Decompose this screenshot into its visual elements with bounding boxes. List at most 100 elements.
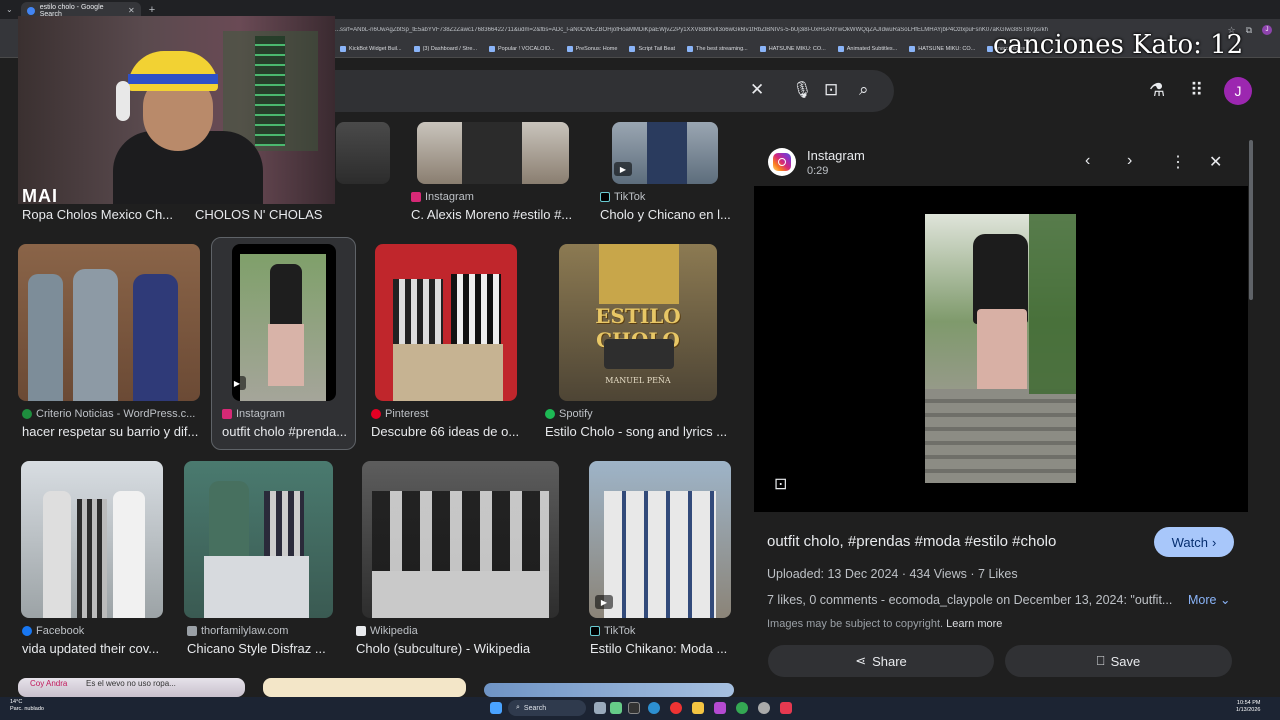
- result-title[interactable]: Ropa Cholos Mexico Ch...: [22, 207, 182, 222]
- taskbar-search[interactable]: ⌕ Search: [508, 700, 586, 716]
- terminal-icon[interactable]: [628, 702, 640, 714]
- tiktok-icon: [590, 626, 600, 636]
- result-thumbnail[interactable]: [263, 678, 466, 697]
- chrome-icon[interactable]: [736, 702, 748, 714]
- result-title[interactable]: Cholo (subculture) - Wikipedia: [356, 641, 556, 656]
- mic-icon[interactable]: 🎙: [792, 80, 812, 100]
- bookmark-item[interactable]: Animated Subtitles...: [837, 46, 897, 52]
- share-button[interactable]: ⋖ Share: [768, 645, 994, 677]
- apps-icon[interactable]: ⠿: [1190, 80, 1203, 101]
- result-thumbnail[interactable]: [362, 461, 559, 618]
- taskbar: 14°C Parc. nublado ⌕ Search 10:54 PM 1/13…: [0, 697, 1280, 720]
- start-icon[interactable]: [490, 702, 502, 714]
- widgets-icon[interactable]: [610, 702, 622, 714]
- result-title[interactable]: Estilo Chikano: Moda ...: [590, 641, 730, 656]
- result-thumbnail[interactable]: [21, 461, 163, 618]
- spotify-icon: [545, 409, 555, 419]
- task-view-icon[interactable]: [594, 702, 606, 714]
- result-source: Wikipedia: [356, 625, 418, 637]
- bookmark-item[interactable]: (3) Dashboard / Stre...: [413, 46, 477, 52]
- close-panel-icon[interactable]: ✕: [1209, 152, 1222, 172]
- result-title[interactable]: Chicano Style Disfraz ...: [187, 641, 332, 656]
- music-icon[interactable]: [780, 702, 792, 714]
- play-icon: ▶: [614, 162, 632, 176]
- instagram-icon: [411, 192, 421, 202]
- chevron-down-icon: ⌄: [1219, 593, 1231, 607]
- learn-more-link[interactable]: Learn more: [946, 618, 1002, 630]
- result-thumbnail[interactable]: [184, 461, 333, 618]
- weather-widget[interactable]: 14°C Parc. nublado: [10, 699, 44, 712]
- result-title[interactable]: CHOLOS N' CHOLAS: [195, 207, 345, 222]
- result-title[interactable]: outfit cholo #prenda...: [222, 424, 350, 439]
- partial-caption: Es el wevo no uso ropa...: [86, 679, 176, 688]
- result-thumbnail[interactable]: Coy Andra Es el wevo no uso ropa...: [18, 678, 245, 697]
- result-thumbnail[interactable]: [375, 244, 517, 401]
- more-button[interactable]: More ⌄: [1188, 592, 1230, 607]
- result-thumbnail[interactable]: [484, 683, 734, 697]
- file-explorer-icon[interactable]: [692, 702, 704, 714]
- result-thumbnail[interactable]: ▶: [589, 461, 731, 618]
- bookmark-item[interactable]: PreSonus: Home: [566, 46, 617, 52]
- result-title[interactable]: Estilo Cholo - song and lyrics ...: [545, 424, 730, 439]
- result-title[interactable]: Descubre 66 ideas de o...: [371, 424, 521, 439]
- bookmark-item[interactable]: KickBot Widget Buil...: [340, 46, 402, 52]
- bookmark-item[interactable]: The best streaming...: [687, 46, 748, 52]
- extensions-icon[interactable]: ⧉: [1246, 25, 1252, 36]
- bookmark-item[interactable]: Popular ! VOCALOID...: [489, 46, 555, 52]
- site-favicon-icon: [187, 626, 197, 636]
- profile-icon[interactable]: J: [1262, 24, 1272, 35]
- search-icon: ⌕: [516, 704, 520, 711]
- edge-icon[interactable]: [648, 702, 660, 714]
- scrollbar[interactable]: [1249, 140, 1253, 300]
- result-thumbnail[interactable]: [336, 122, 390, 184]
- close-tab-icon[interactable]: ✕: [128, 6, 135, 15]
- play-icon: ▶: [232, 376, 246, 390]
- labs-icon[interactable]: ⚗: [1149, 80, 1165, 101]
- result-thumbnail[interactable]: ▶: [232, 244, 336, 401]
- account-avatar[interactable]: J: [1224, 77, 1252, 105]
- result-thumbnail[interactable]: [417, 122, 569, 184]
- result-source: Facebook: [22, 625, 84, 637]
- search-icon[interactable]: ⌕: [859, 80, 869, 100]
- result-source: thorfamilylaw.com: [187, 625, 288, 637]
- google-favicon-icon: [26, 6, 35, 15]
- result-thumbnail[interactable]: ▶: [612, 122, 718, 184]
- panel-source[interactable]: Instagram: [807, 148, 865, 163]
- bookmark-item[interactable]: HATSUNE MIKU: CO...: [909, 46, 975, 52]
- result-source: TikTok: [590, 625, 635, 637]
- bookmark-icon: [566, 46, 573, 52]
- previous-icon[interactable]: ‹: [1085, 152, 1090, 170]
- album-cover-thumbnail[interactable]: ESTILO CHOLO MANUEL PEÑA: [559, 244, 717, 401]
- result-title[interactable]: Cholo y Chicano en l...: [600, 207, 735, 222]
- save-button[interactable]: ⎕ Save: [1005, 645, 1232, 677]
- partial-name: Coy Andra: [30, 679, 68, 688]
- result-source: Spotify: [545, 408, 593, 420]
- result-title[interactable]: hacer respetar su barrio y dif...: [22, 424, 200, 439]
- lens-search-icon[interactable]: ⊡: [774, 474, 787, 494]
- bookmark-icon: [629, 46, 636, 52]
- obs-icon[interactable]: [670, 702, 682, 714]
- tab-search-icon[interactable]: ⌄: [6, 5, 13, 14]
- bookmark-item[interactable]: Script Tail Beat: [629, 46, 675, 52]
- new-tab-icon[interactable]: +: [149, 4, 155, 16]
- app-icon[interactable]: [714, 702, 726, 714]
- settings-icon[interactable]: [758, 702, 770, 714]
- watch-button[interactable]: Watch ›: [1154, 527, 1234, 557]
- next-icon[interactable]: ›: [1127, 152, 1132, 170]
- clear-search-icon[interactable]: ✕: [750, 80, 764, 100]
- wikipedia-icon: [356, 626, 366, 636]
- preview-media[interactable]: ⊡: [754, 186, 1248, 512]
- lens-icon[interactable]: ⊡: [824, 80, 838, 100]
- bookmark-icon: ⎕: [1096, 653, 1105, 668]
- result-title[interactable]: vida updated their cov...: [22, 641, 167, 656]
- result-thumbnail[interactable]: [18, 244, 200, 401]
- result-title[interactable]: C. Alexis Moreno #estilo #...: [411, 207, 576, 222]
- preview-image[interactable]: [925, 214, 1076, 483]
- search-input[interactable]: ✕ 🎙 ⊡ ⌕: [300, 70, 894, 112]
- more-options-icon[interactable]: ⋮: [1170, 152, 1186, 172]
- bookmark-icon: [687, 46, 694, 52]
- bookmark-icon: [340, 46, 346, 52]
- stream-counter-overlay: canciones Kato: 12: [993, 30, 1244, 60]
- system-clock[interactable]: 10:54 PM 1/13/2026: [1236, 700, 1260, 714]
- bookmark-item[interactable]: HATSUNE MIKU: CO...: [759, 46, 826, 52]
